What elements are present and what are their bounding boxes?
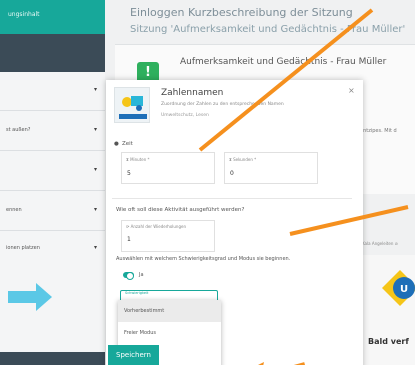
sidebar-item-label: ennen	[6, 207, 22, 213]
toggle-label: Ja	[139, 272, 144, 278]
sidebar-item-4[interactable]: ennen ▾	[0, 200, 105, 222]
upgrade-badge-icon: U	[382, 270, 415, 306]
sidebar-item-label: st außen?	[6, 127, 31, 133]
sidebar-item-3[interactable]: ▾	[0, 160, 105, 182]
sidebar: ungsinhalt ▾ st außen? ▾ ▾ ennen ▾ ionen…	[0, 0, 105, 365]
minutes-value[interactable]: 5	[127, 170, 131, 177]
difficulty-select-label: Schwierigkeit	[125, 291, 149, 295]
activity-illustration-icon	[119, 96, 147, 119]
svg-text:U: U	[400, 284, 408, 295]
sidebar-header: ungsinhalt	[0, 0, 105, 34]
upcoming-card-title: Bald verf	[368, 337, 409, 346]
chevron-down-icon: ▾	[93, 86, 97, 93]
activity-thumbnail	[114, 87, 150, 123]
sidebar-item-5[interactable]: ionen platzen ▾	[0, 238, 105, 260]
repeat-section-label: Wie oft soll diese Aktivität ausgeführt …	[116, 207, 245, 213]
close-icon[interactable]: ×	[348, 86, 355, 95]
minutes-label: ⧗ Minuten *	[126, 157, 150, 162]
chevron-down-icon: ▾	[93, 206, 97, 213]
chevron-down-icon: ▾	[93, 166, 97, 173]
time-section-label: Zeit	[122, 141, 133, 147]
sidebar-item-1[interactable]: ▾	[0, 80, 105, 102]
seconds-value[interactable]: 0	[230, 170, 234, 177]
session-card-title: Aufmerksamkeit und Gedächtnis - Frau Mül…	[180, 57, 387, 67]
divider	[0, 110, 105, 111]
card-text: entzipes. Mit d	[360, 128, 397, 134]
repetitions-value[interactable]: 1	[127, 236, 131, 243]
divider	[112, 198, 352, 199]
divider	[0, 230, 105, 231]
chevron-down-icon: ▾	[93, 126, 97, 133]
clock-icon: ●	[114, 141, 119, 147]
modal-description: Zuordnung der Zahlen zu den entsprechend…	[161, 102, 284, 107]
sidebar-item-2[interactable]: st außen? ▾	[0, 120, 105, 142]
divider	[0, 190, 105, 191]
save-button[interactable]: Speichern	[108, 345, 159, 365]
divider	[0, 150, 105, 151]
page-title: Einloggen Kurzbeschreibung der Sitzung	[130, 6, 353, 19]
card-text-secondary: Kala Angeleiten ⊘	[362, 241, 398, 246]
repetitions-label: ⟳ Anzahl der Wiederholungen	[126, 224, 186, 229]
difficulty-toggle[interactable]	[123, 272, 134, 280]
sidebar-header-text: ungsinhalt	[8, 11, 40, 18]
option-predetermined[interactable]: Vorherbestimmt	[118, 300, 221, 322]
sidebar-item-label: ionen platzen	[6, 245, 40, 251]
page-subtitle: Sitzung 'Aufmerksamkeit und Gedächtnis -…	[130, 24, 406, 35]
chevron-down-icon: ▾	[93, 244, 97, 251]
difficulty-section-label: Auswählen mit welchem Schwierigkeitsgrad…	[116, 256, 291, 262]
modal-title: Zahlennamen	[161, 88, 224, 98]
sidebar-panel: ▾ st außen? ▾ ▾ ennen ▾ ionen platzen ▾	[0, 72, 105, 352]
modal-category: Umweltschutz, Lesen	[161, 113, 209, 118]
option-free-mode[interactable]: Freier Modus	[118, 322, 221, 344]
seconds-label: ⧗ Sekunden *	[229, 157, 257, 162]
